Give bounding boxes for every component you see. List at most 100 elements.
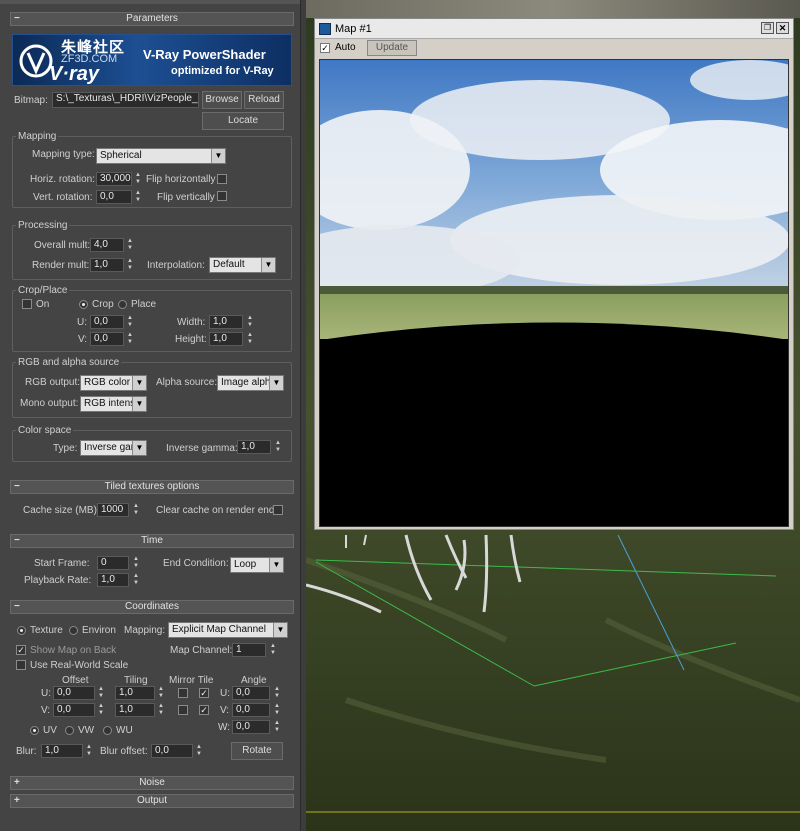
offset-u-spinner[interactable]: ▲ ▼: [97, 686, 105, 700]
real-world-scale-checkbox[interactable]: [16, 660, 26, 670]
crop-v-label: V:: [78, 334, 88, 345]
crop-width-spinner[interactable]: ▲ ▼: [246, 315, 254, 329]
start-frame-spinner[interactable]: ▲ ▼: [132, 556, 140, 570]
map-channel-field[interactable]: 1: [232, 643, 266, 657]
crop-u-field[interactable]: 0,0: [90, 315, 124, 329]
place-radio[interactable]: [118, 300, 127, 309]
tiling-u-spinner[interactable]: ▲ ▼: [157, 686, 165, 700]
angle-u-field[interactable]: 0,0: [232, 686, 270, 700]
horiz-rotation-spinner[interactable]: ▲ ▼: [134, 172, 142, 186]
playback-rate-spinner[interactable]: ▲ ▼: [132, 573, 140, 587]
crop-height-field[interactable]: 1,0: [209, 332, 243, 346]
tile-u-checkbox[interactable]: ✓: [199, 688, 209, 698]
auto-checkbox[interactable]: ✓: [320, 43, 330, 53]
angle-v-field[interactable]: 0,0: [232, 703, 270, 717]
crop-radio[interactable]: [79, 300, 88, 309]
app-icon: [319, 23, 331, 35]
blur-spinner[interactable]: ▲ ▼: [85, 744, 93, 758]
crop-v-field[interactable]: 0,0: [90, 332, 124, 346]
interpolation-dropdown[interactable]: Default ▼: [209, 257, 276, 273]
angle-w-spinner[interactable]: ▲ ▼: [273, 720, 281, 734]
time-rollout-header[interactable]: − Time: [10, 534, 294, 548]
vert-rotation-label: Vert. rotation:: [33, 192, 93, 203]
reload-button[interactable]: Reload: [244, 91, 284, 109]
cache-size-field[interactable]: 1000: [97, 503, 129, 517]
parameters-rollout-header[interactable]: − Parameters: [10, 12, 294, 26]
hdri-preview-image: [319, 59, 789, 527]
map-channel-label: Map Channel:: [170, 645, 233, 656]
crop-width-field[interactable]: 1,0: [209, 315, 243, 329]
mono-output-dropdown[interactable]: RGB intensity ▼: [80, 396, 147, 412]
blur-offset-spinner[interactable]: ▲ ▼: [195, 744, 203, 758]
bitmap-path-field[interactable]: S:\_Texturas\_HDRI\VizPeople_HD: [52, 92, 199, 108]
tile-v-checkbox[interactable]: ✓: [199, 705, 209, 715]
browse-button[interactable]: Browse: [202, 91, 242, 109]
render-mult-field[interactable]: 1,0: [90, 258, 124, 272]
end-condition-label: End Condition:: [163, 558, 229, 569]
rotate-button[interactable]: Rotate: [231, 742, 283, 760]
angle-u-spinner[interactable]: ▲ ▼: [273, 686, 281, 700]
horiz-rotation-field[interactable]: 30,000: [96, 172, 132, 186]
vert-rotation-spinner[interactable]: ▲ ▼: [134, 190, 142, 204]
angle-w-field[interactable]: 0,0: [232, 720, 270, 734]
restore-icon[interactable]: ❐: [761, 22, 774, 34]
coordinates-rollout-header[interactable]: − Coordinates: [10, 600, 294, 614]
angle-u-label: U:: [220, 688, 230, 699]
clear-cache-checkbox[interactable]: [273, 505, 283, 515]
locate-button[interactable]: Locate: [202, 112, 284, 130]
start-frame-field[interactable]: 0: [97, 556, 129, 570]
rgb-output-dropdown[interactable]: RGB color ▼: [80, 375, 147, 391]
crop-v-spinner[interactable]: ▲ ▼: [126, 332, 134, 346]
vw-label: VW: [78, 725, 95, 736]
vw-radio[interactable]: [65, 726, 74, 735]
close-icon[interactable]: ✕: [776, 22, 789, 34]
tiled-textures-rollout-header[interactable]: − Tiled textures options: [10, 480, 294, 494]
flip-vertically-checkbox[interactable]: [217, 191, 227, 201]
noise-rollout-header[interactable]: + Noise: [10, 776, 294, 790]
map-window-titlebar[interactable]: Map #1 ❐ ✕: [315, 19, 793, 39]
update-button[interactable]: Update: [367, 40, 417, 56]
crop-u-spinner[interactable]: ▲ ▼: [126, 315, 134, 329]
map-channel-spinner[interactable]: ▲ ▼: [269, 643, 277, 657]
overall-mult-field[interactable]: 4,0: [90, 238, 124, 252]
chevron-down-icon: ▼: [269, 558, 283, 572]
colorspace-type-dropdown[interactable]: Inverse gamma ▼: [80, 440, 147, 456]
texture-radio[interactable]: [17, 626, 26, 635]
offset-u-field[interactable]: 0,0: [53, 686, 95, 700]
vert-rotation-field[interactable]: 0,0: [96, 190, 132, 204]
crop-on-checkbox[interactable]: [22, 299, 32, 309]
collapse-icon: −: [14, 601, 20, 612]
render-mult-spinner[interactable]: ▲ ▼: [126, 258, 134, 272]
environ-radio-label: Environ: [82, 625, 116, 636]
processing-group-title: Processing: [16, 220, 70, 231]
alpha-source-dropdown[interactable]: Image alpha ▼: [217, 375, 284, 391]
angle-v-spinner[interactable]: ▲ ▼: [273, 703, 281, 717]
flip-horizontally-checkbox[interactable]: [217, 174, 227, 184]
blur-field[interactable]: 1,0: [41, 744, 83, 758]
offset-v-spinner[interactable]: ▲ ▼: [97, 703, 105, 717]
wu-radio[interactable]: [103, 726, 112, 735]
mirror-u-checkbox[interactable]: [178, 688, 188, 698]
blur-offset-field[interactable]: 0,0: [151, 744, 193, 758]
inverse-gamma-field[interactable]: 1,0: [237, 440, 271, 454]
cache-size-spinner[interactable]: ▲ ▼: [132, 503, 140, 517]
show-map-checkbox[interactable]: ✓: [16, 645, 26, 655]
inverse-gamma-spinner[interactable]: ▲ ▼: [274, 440, 282, 454]
mapping-type-dropdown[interactable]: Spherical ▼: [96, 148, 226, 164]
output-rollout-header[interactable]: + Output: [10, 794, 294, 808]
offset-v-field[interactable]: 0,0: [53, 703, 95, 717]
crop-height-spinner[interactable]: ▲ ▼: [246, 332, 254, 346]
overall-mult-spinner[interactable]: ▲ ▼: [126, 238, 134, 252]
uv-radio[interactable]: [30, 726, 39, 735]
playback-rate-field[interactable]: 1,0: [97, 573, 129, 587]
chevron-down-icon: ▼: [273, 623, 287, 637]
tiling-u-field[interactable]: 1,0: [115, 686, 155, 700]
end-condition-dropdown[interactable]: Loop ▼: [230, 557, 284, 573]
environ-radio[interactable]: [69, 626, 78, 635]
tiling-v-spinner[interactable]: ▲ ▼: [157, 703, 165, 717]
interpolation-label: Interpolation:: [147, 260, 205, 271]
mirror-v-checkbox[interactable]: [178, 705, 188, 715]
chevron-down-icon: ▼: [269, 376, 283, 390]
coord-mapping-dropdown[interactable]: Explicit Map Channel ▼: [168, 622, 288, 638]
tiling-v-field[interactable]: 1,0: [115, 703, 155, 717]
